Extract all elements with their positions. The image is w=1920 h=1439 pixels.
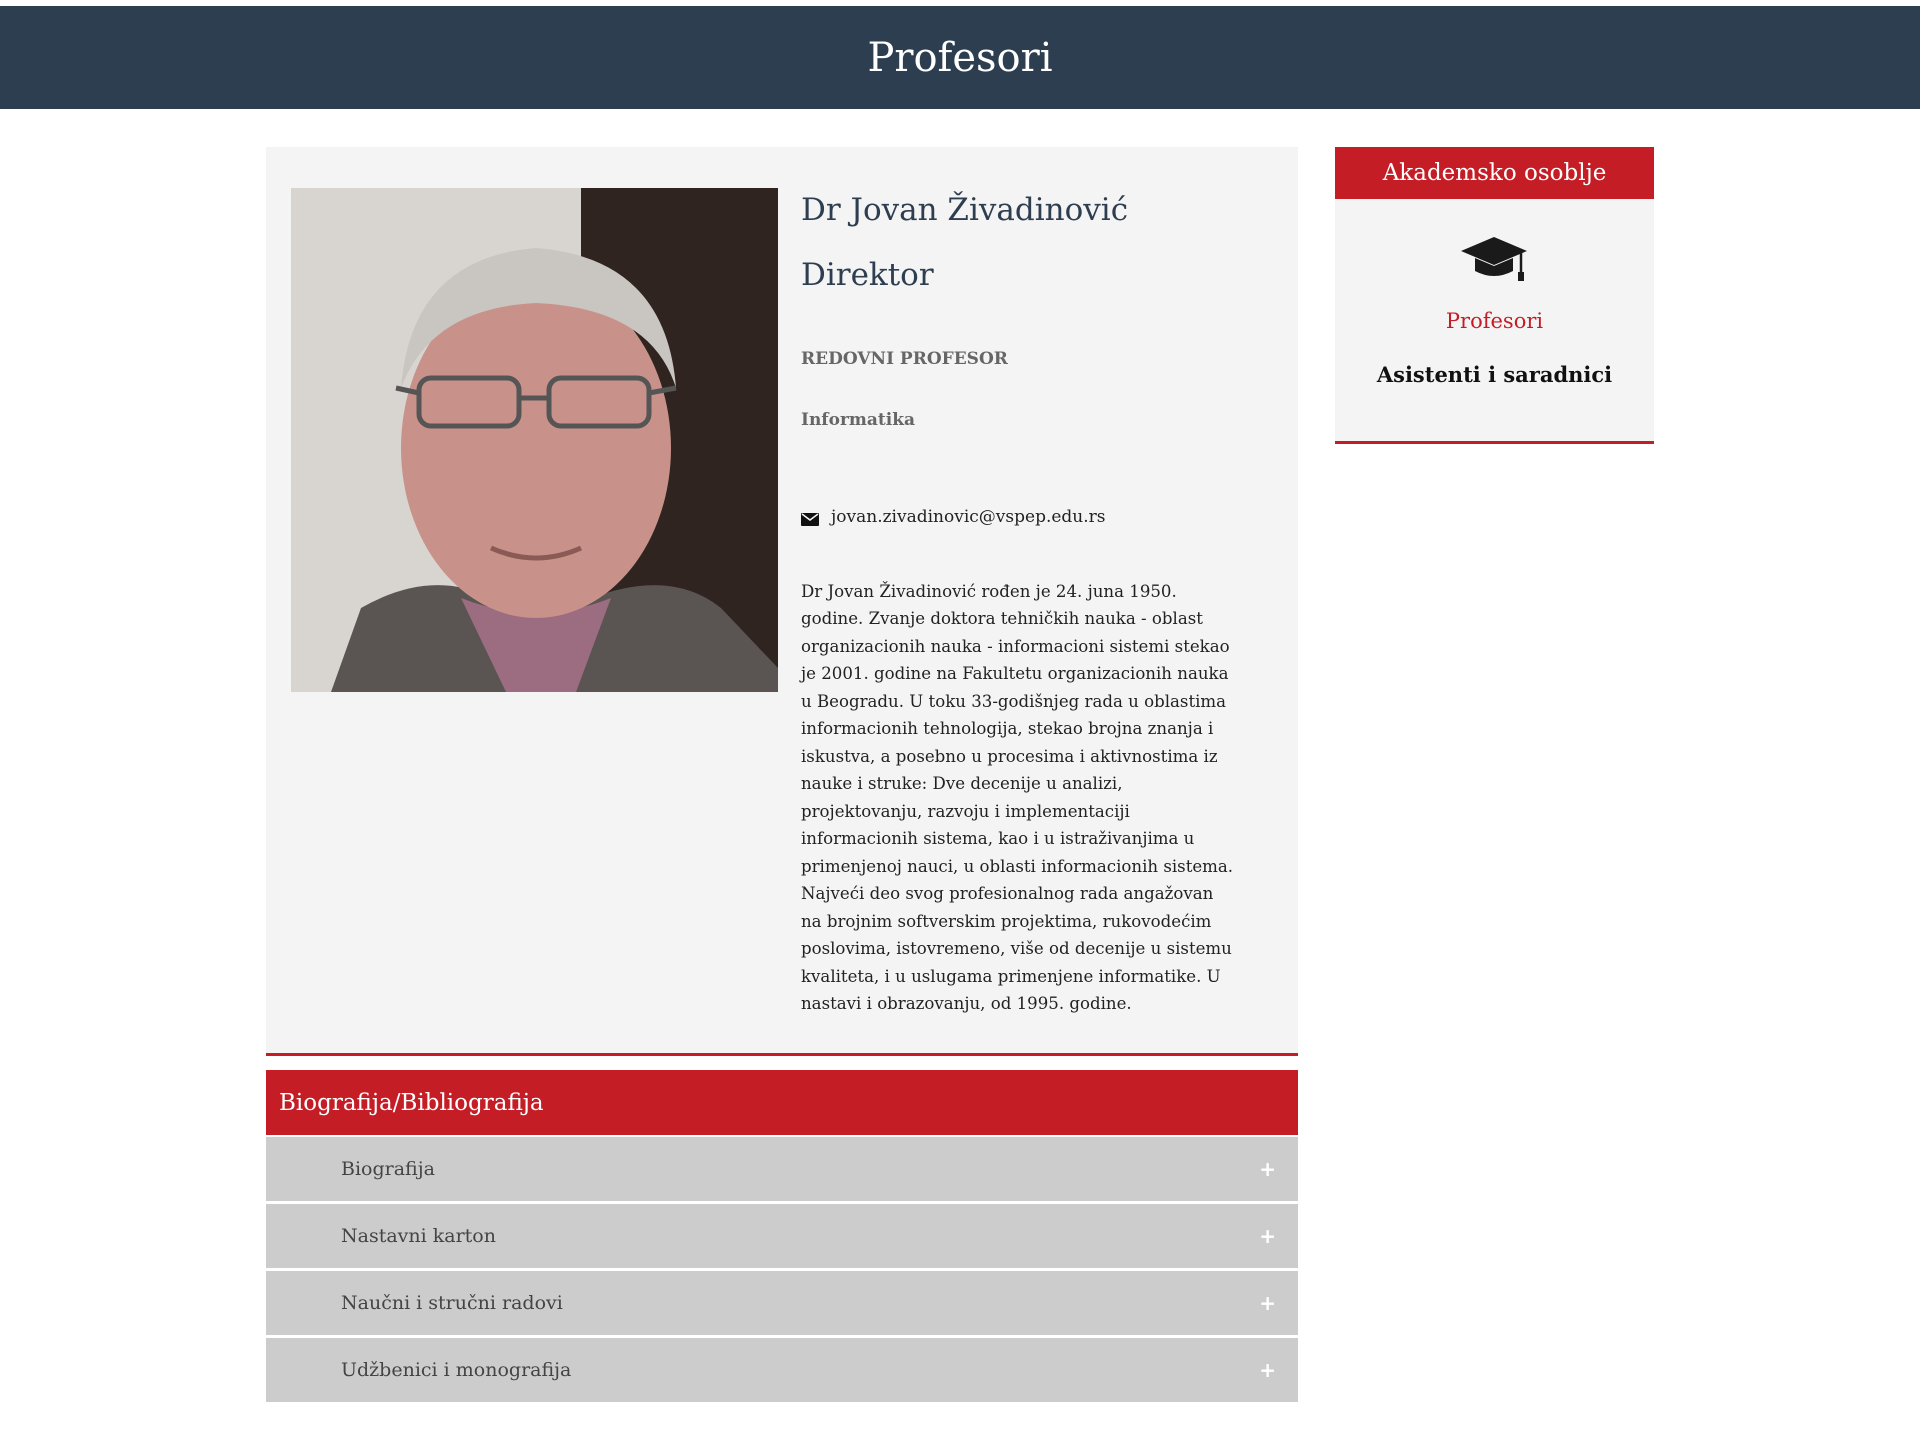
page-title: Profesori bbox=[867, 34, 1053, 81]
sidebar-link-asistenti[interactable]: Asistenti i saradnici bbox=[1335, 362, 1654, 387]
accordion-item-biografija[interactable]: Biografija + bbox=[266, 1137, 1298, 1201]
page-header: Profesori bbox=[0, 6, 1920, 109]
profile-rank: REDOVNI PROFESOR bbox=[801, 349, 1008, 369]
envelope-icon bbox=[801, 511, 819, 526]
sidebar-link-profesori[interactable]: Profesori bbox=[1335, 309, 1654, 333]
email-link[interactable]: jovan.zivadinovic@vspep.edu.rs bbox=[831, 507, 1106, 527]
accordion-item-naucni-radovi[interactable]: Naučni i stručni radovi + bbox=[266, 1271, 1298, 1335]
accordion-item-label: Nastavni karton bbox=[341, 1225, 496, 1247]
profile-bio: Dr Jovan Živadinović rođen je 24. juna 1… bbox=[801, 581, 1234, 1014]
portrait-illustration bbox=[291, 188, 778, 692]
accordion-item-label: Naučni i stručni radovi bbox=[341, 1292, 563, 1314]
plus-icon[interactable]: + bbox=[1259, 1358, 1276, 1382]
accordion-title: Biografija/Bibliografija bbox=[279, 1089, 544, 1116]
accordion-header: Biografija/Bibliografija bbox=[266, 1070, 1298, 1135]
profile-department: Informatika bbox=[801, 410, 916, 430]
sidebar-body: Profesori Asistenti i saradnici bbox=[1335, 199, 1654, 441]
accordion-item-label: Biografija bbox=[341, 1158, 435, 1180]
profile-photo bbox=[291, 188, 778, 692]
card-divider bbox=[266, 1053, 1298, 1056]
profile-card: Dr Jovan Živadinović Direktor REDOVNI PR… bbox=[266, 147, 1298, 1053]
plus-icon[interactable]: + bbox=[1259, 1291, 1276, 1315]
accordion-item-label: Udžbenici i monografija bbox=[341, 1359, 572, 1381]
plus-icon[interactable]: + bbox=[1259, 1157, 1276, 1181]
graduation-cap-icon bbox=[1461, 235, 1527, 285]
accordion-item-nastavni-karton[interactable]: Nastavni karton + bbox=[266, 1204, 1298, 1268]
sidebar-divider bbox=[1335, 441, 1654, 444]
profile-role: Direktor bbox=[801, 257, 934, 293]
email-row: jovan.zivadinovic@vspep.edu.rs bbox=[801, 507, 1106, 527]
sidebar-title: Akademsko osoblje bbox=[1335, 147, 1654, 199]
accordion-item-udzbenici[interactable]: Udžbenici i monografija + bbox=[266, 1338, 1298, 1402]
plus-icon[interactable]: + bbox=[1259, 1224, 1276, 1248]
profile-name: Dr Jovan Živadinović bbox=[801, 192, 1129, 228]
